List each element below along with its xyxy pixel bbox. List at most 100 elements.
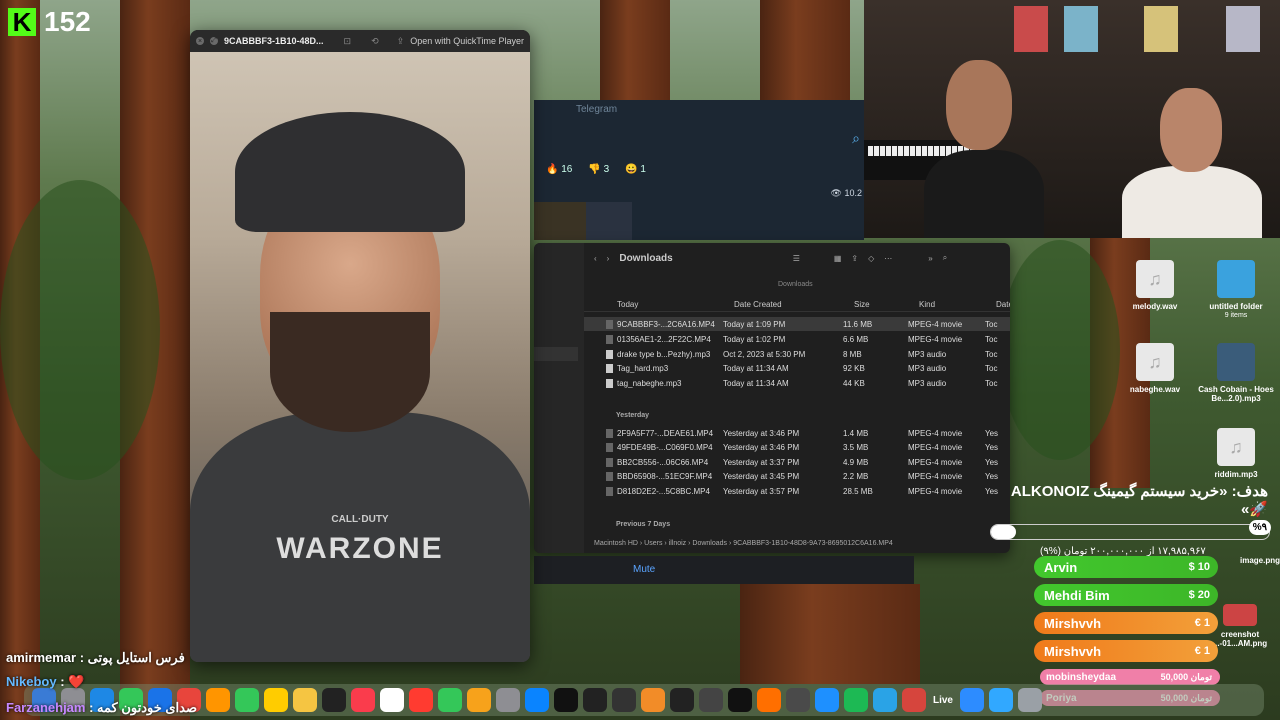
goal-title: هدف: «خرید سیستم گیمینگ ALKONOIZ 🚀» — [1010, 483, 1268, 518]
reaction-fire[interactable]: 🔥 16 — [546, 164, 572, 175]
path-bar[interactable]: Macintosh HD › Users › illnoiz › Downloa… — [594, 540, 893, 547]
dock-files-icon[interactable] — [815, 688, 839, 712]
reaction-smile[interactable]: 😀 1 — [625, 164, 646, 175]
forward-icon[interactable]: › — [607, 254, 610, 263]
dock-live-label: Live — [932, 694, 953, 706]
movie-file-icon — [606, 442, 613, 452]
mute-button[interactable]: Mute — [633, 564, 655, 575]
dock-spotify-icon[interactable] — [844, 688, 868, 712]
dock-unity-icon[interactable] — [670, 688, 694, 712]
dock-pages-icon[interactable] — [467, 688, 491, 712]
dock-photoshop-icon[interactable] — [989, 688, 1013, 712]
desktop-icon-riddim[interactable]: ♫ riddim.mp3 — [1196, 428, 1276, 479]
dock-facetime-icon[interactable] — [235, 688, 259, 712]
file-row[interactable]: D818D2E2-...5C8BC.MP4 Yesterday at 3:57 … — [584, 484, 1010, 498]
file-row[interactable]: tag_nabeghe.mp3 Today at 11:34 AM 44 KB … — [584, 376, 1010, 390]
dock-telegram-icon[interactable] — [873, 688, 897, 712]
poster — [1014, 6, 1048, 52]
desktop-icon-cash-cobain[interactable]: Cash Cobain - Hoes Be...2.0).mp3 — [1196, 343, 1276, 403]
dock-fl-icon[interactable] — [757, 688, 781, 712]
dock-obs-icon[interactable] — [699, 688, 723, 712]
finder-window[interactable]: ‹ › Downloads ☰ ▦ ⇪ ◇ ⋯ » ⌕ Downloads To… — [534, 243, 1010, 553]
dock-notes-icon[interactable] — [293, 688, 317, 712]
search-icon[interactable]: ⌕ — [943, 253, 947, 263]
donation-entry: Mirshvvh € 1 — [1034, 640, 1218, 662]
file-row[interactable]: 9CABBBF3-...2C6A16.MP4 Today at 1:09 PM … — [584, 317, 1010, 331]
back-icon[interactable]: ‹ — [594, 254, 597, 263]
media-thumbnail[interactable] — [586, 202, 632, 240]
chat-text: : صدای خودتون کمه — [85, 700, 198, 715]
dock-settings-icon[interactable] — [496, 688, 520, 712]
file-row[interactable]: Tag_hard.mp3 Today at 11:34 AM 92 KB MP3… — [584, 361, 1010, 375]
movie-file-icon — [606, 428, 613, 438]
dock-logic-icon[interactable] — [612, 688, 636, 712]
telegram-window[interactable]: Telegram ⌕ 🔥 16 👎 3 😀 1 👁 10.2 — [534, 100, 864, 240]
dock-news-icon[interactable] — [409, 688, 433, 712]
finder-sidebar — [534, 243, 584, 553]
share-icon[interactable]: ⇪ — [397, 36, 405, 47]
trim-icon[interactable]: ⊡ — [344, 36, 352, 47]
dock-photos-icon[interactable] — [206, 688, 230, 712]
audio-file-icon: ♫ — [1217, 428, 1255, 466]
chat-text: : فرس استایل پوتی — [76, 650, 185, 665]
dock-zoom-icon[interactable] — [960, 688, 984, 712]
file-row[interactable]: 2F9A5F77-...DEAE61.MP4 Yesterday at 3:46… — [584, 426, 1010, 440]
folder-icon — [1217, 260, 1255, 298]
more-icon[interactable]: ⋯ — [884, 254, 892, 263]
poster — [1064, 6, 1098, 52]
dock-trash-icon[interactable] — [1018, 688, 1042, 712]
section-yesterday: Yesterday — [616, 412, 650, 419]
file-row[interactable]: 49FDE49B-...C069F0.MP4 Yesterday at 3:46… — [584, 440, 1010, 454]
dock-tv-icon[interactable] — [322, 688, 346, 712]
finder-toolbar: ‹ › Downloads ☰ ▦ ⇪ ◇ ⋯ » ⌕ — [584, 243, 1010, 273]
grid-view-icon[interactable]: ▦ — [834, 254, 842, 263]
list-view-icon[interactable]: ☰ — [793, 254, 800, 263]
media-thumbnail[interactable] — [534, 202, 586, 240]
reaction-dislike[interactable]: 👎 3 — [588, 164, 609, 175]
fullscreen-icon[interactable]: ⤢ — [210, 37, 218, 45]
desktop-icon-nabeghe[interactable]: ♫ nabeghe.wav — [1115, 343, 1195, 394]
foliage — [1000, 240, 1120, 460]
file-row[interactable]: drake type b...Pezhy).mp3 Oct 2, 2023 at… — [584, 347, 1010, 361]
section-previous-7-days: Previous 7 Days — [616, 521, 671, 528]
file-row[interactable]: BB2CB556-...06C66.MP4 Yesterday at 3:37 … — [584, 455, 1010, 469]
column-extra[interactable]: Date — [996, 300, 1010, 309]
column-kind[interactable]: Kind — [919, 300, 996, 309]
column-name[interactable]: Today — [584, 300, 734, 309]
desktop-icon-melody[interactable]: ♫ melody.wav — [1115, 260, 1195, 311]
quicklook-window[interactable]: × ⤢ 9CABBBF3-1B10-48D... ⊡ ⟲ ⇪ Open with… — [190, 30, 530, 662]
dock-capcut-icon[interactable] — [728, 688, 752, 712]
dock-numbers-icon[interactable] — [438, 688, 462, 712]
album-art-icon — [1217, 343, 1255, 381]
file-row[interactable]: BBD65908-...51EC9F.MP4 Yesterday at 3:45… — [584, 469, 1010, 483]
dock-notion-icon[interactable] — [554, 688, 578, 712]
dock-finalcut-icon[interactable] — [786, 688, 810, 712]
finder-subtitle: Downloads — [778, 281, 813, 288]
poster — [1226, 6, 1260, 52]
chat-message: amirmemar : فرس استایل پوتی — [6, 650, 185, 666]
search-icon[interactable]: ⌕ — [852, 130, 860, 147]
column-date[interactable]: Date Created — [734, 300, 854, 309]
video-frame[interactable]: CALL·DUTY WARZONE — [190, 52, 530, 662]
quicklook-titlebar: × ⤢ 9CABBBF3-1B10-48D... ⊡ ⟲ ⇪ Open with… — [190, 30, 530, 52]
dock-reminders-icon[interactable] — [264, 688, 288, 712]
open-with-quicktime-button[interactable]: Open with QuickTime Player — [410, 36, 524, 46]
chevron-right-icon[interactable]: » — [928, 254, 932, 263]
share-icon[interactable]: ⇪ — [851, 254, 858, 263]
desktop-icon-folder[interactable]: untitled folder 9 items — [1196, 260, 1276, 320]
dock-calendar-icon[interactable] — [380, 688, 404, 712]
column-headers: Today Date Created Size Kind Date — [584, 297, 1010, 312]
tag-icon[interactable]: ◇ — [868, 254, 874, 263]
dock-flstudio-icon[interactable] — [641, 688, 665, 712]
sidebar-selection[interactable] — [534, 347, 578, 361]
column-size[interactable]: Size — [854, 300, 919, 309]
file-row[interactable]: 01356AE1-2...2F22C.MP4 Today at 1:02 PM … — [584, 332, 1010, 346]
rotate-icon[interactable]: ⟲ — [371, 36, 379, 47]
dock-music-icon[interactable] — [351, 688, 375, 712]
donation-entry: Mehdi Bim $ 20 — [1034, 584, 1218, 606]
tree-trunk — [600, 0, 670, 100]
close-icon[interactable]: × — [196, 37, 204, 45]
dock-appstore-icon[interactable] — [525, 688, 549, 712]
dock-calendar2-icon[interactable] — [583, 688, 607, 712]
dock-pdf-icon[interactable] — [902, 688, 926, 712]
